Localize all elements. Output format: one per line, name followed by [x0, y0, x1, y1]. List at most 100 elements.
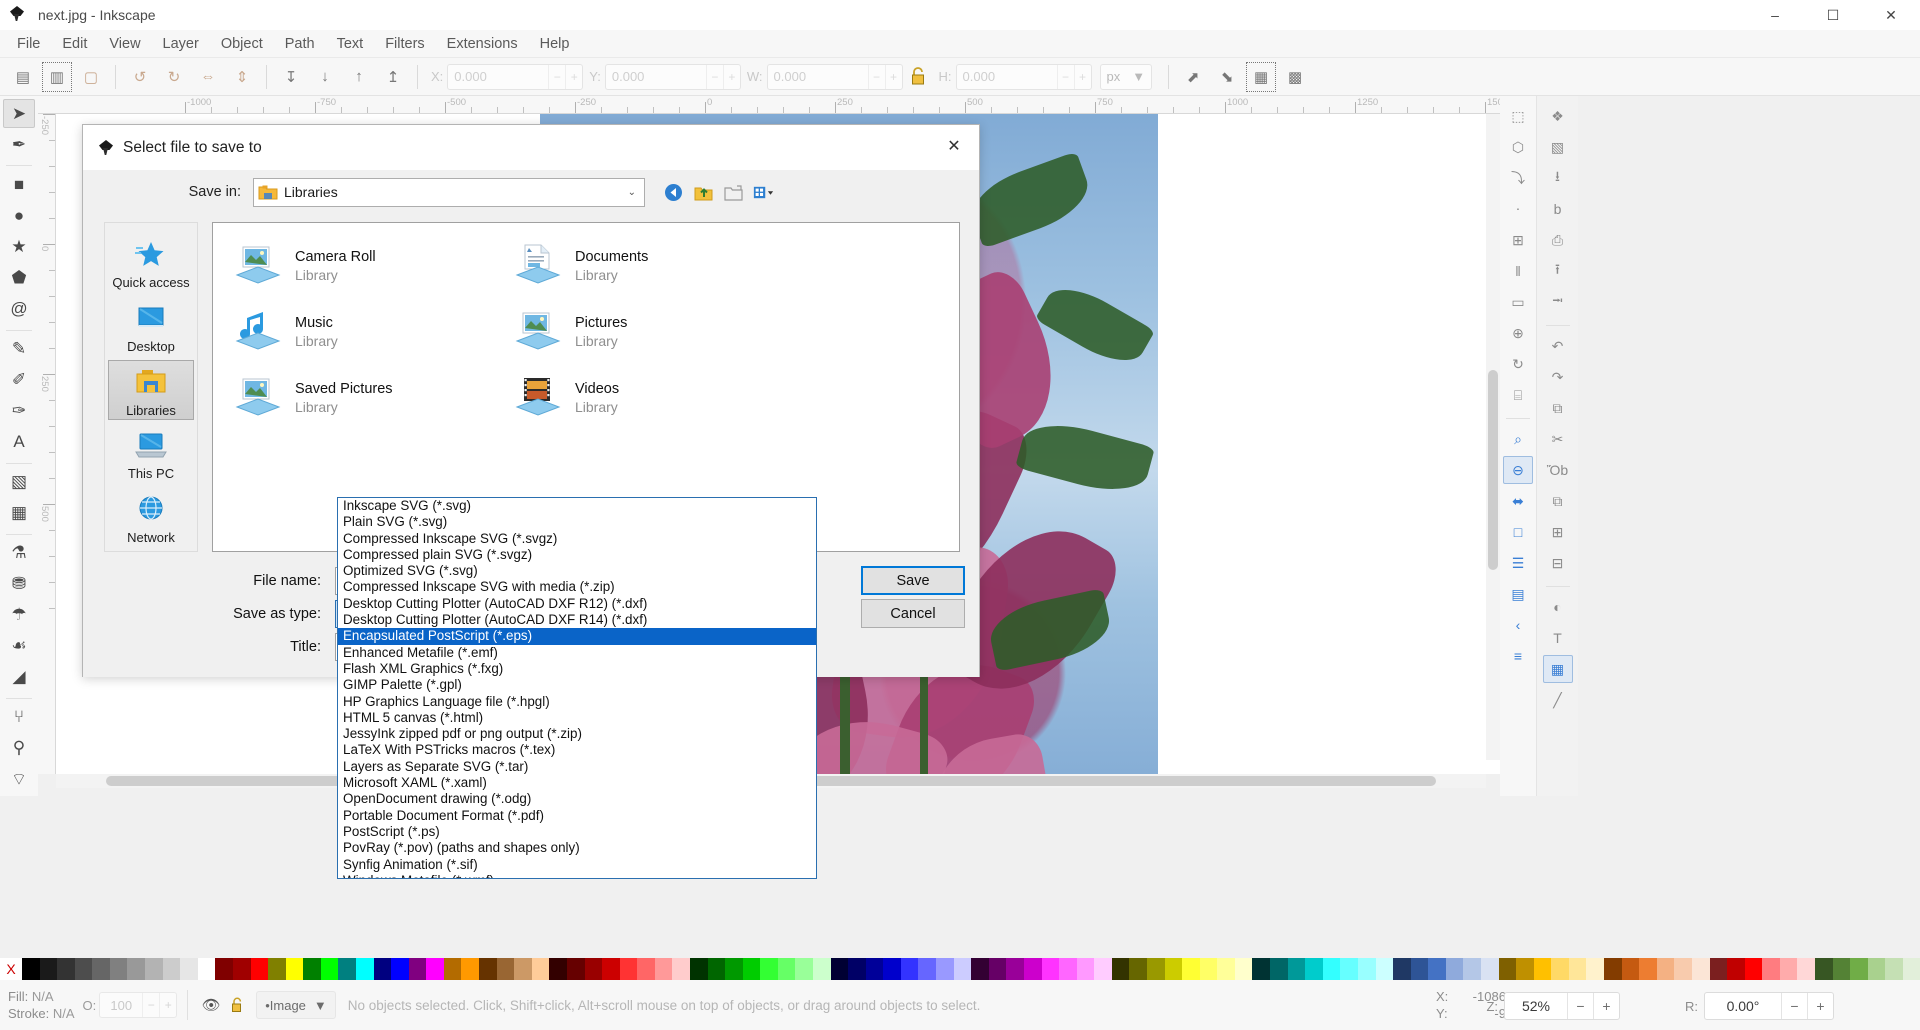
format-option[interactable]: Compressed plain SVG (*.svgz) [338, 547, 816, 563]
place-item-libraries[interactable]: Libraries [108, 360, 194, 420]
palette-swatch[interactable] [1340, 958, 1358, 980]
snap-guides-icon[interactable]: ‖ [1503, 257, 1533, 285]
palette-swatch[interactable] [532, 958, 550, 980]
zoom-input[interactable] [1505, 993, 1567, 1019]
unit-select[interactable]: px ▼ [1100, 64, 1153, 90]
format-option[interactable]: HTML 5 canvas (*.html) [338, 710, 816, 726]
vertical-scroll-thumb[interactable] [1488, 370, 1498, 570]
palette-swatch[interactable] [40, 958, 58, 980]
format-option[interactable]: Compressed Inkscape SVG with media (*.zi… [338, 579, 816, 595]
bezier-pen-tool[interactable]: ✐ [3, 366, 35, 395]
gradient-tool[interactable]: ▧ [3, 468, 35, 497]
menu-edit[interactable]: Edit [51, 33, 98, 55]
format-option[interactable]: Portable Document Format (*.pdf) [338, 808, 816, 824]
mesh-gradient-tool[interactable]: ▦ [3, 499, 35, 528]
palette-swatch[interactable] [1446, 958, 1464, 980]
palette-swatch[interactable] [374, 958, 392, 980]
palette-swatch[interactable] [1762, 958, 1780, 980]
palette-swatch[interactable] [655, 958, 673, 980]
redo-icon[interactable]: ↷ [1543, 363, 1573, 391]
palette-swatch[interactable] [549, 958, 567, 980]
dialog-close-button[interactable]: ✕ [933, 129, 975, 163]
palette-swatch[interactable] [708, 958, 726, 980]
snap-bbox-icon[interactable]: ⬚ [1503, 102, 1533, 130]
dropper-tool[interactable]: ⚗ [3, 539, 35, 568]
affect-patterns-icon[interactable]: ▩ [1280, 62, 1310, 92]
flip-horizontal-icon[interactable]: ⇔ [193, 62, 223, 92]
palette-swatch[interactable] [268, 958, 286, 980]
snap-paths-icon[interactable]: ⤵ [1503, 164, 1533, 192]
zoom-in-icon[interactable]: ⌕ [1503, 425, 1533, 453]
fill-stroke-indicator[interactable]: Fill: N/A Stroke: N/A [8, 988, 74, 1022]
palette-swatch[interactable] [1833, 958, 1851, 980]
palette-swatch[interactable] [760, 958, 778, 980]
palette-swatch[interactable] [831, 958, 849, 980]
palette-swatch[interactable] [1217, 958, 1235, 980]
rectangle-tool[interactable]: ■ [3, 170, 35, 199]
minimize-button[interactable]: – [1746, 0, 1804, 30]
file-list-item[interactable]: DocumentsLibrary [511, 233, 791, 299]
palette-swatch[interactable] [57, 958, 75, 980]
deselect-icon[interactable]: ▢ [76, 62, 106, 92]
palette-swatch[interactable] [198, 958, 216, 980]
format-option[interactable]: Compressed Inkscape SVG (*.svgz) [338, 531, 816, 547]
menu-extensions[interactable]: Extensions [436, 33, 529, 55]
raise-to-top-icon[interactable]: ↥ [378, 62, 408, 92]
palette-swatch[interactable] [1657, 958, 1675, 980]
palette-swatch[interactable] [1235, 958, 1253, 980]
spiral-tool[interactable]: @ [3, 294, 35, 323]
zoom-fit-icon[interactable]: ⬌ [1503, 487, 1533, 515]
palette-swatch[interactable] [215, 958, 233, 980]
selector-tool[interactable]: ➤ [3, 99, 35, 128]
layers-panel-icon[interactable]: ☰ [1503, 549, 1533, 577]
ellipse-tool[interactable]: ● [3, 201, 35, 230]
snap-rotation-icon[interactable]: ↻ [1503, 350, 1533, 378]
h-input[interactable] [957, 65, 1057, 89]
up-folder-icon[interactable] [693, 182, 714, 203]
snap-text-icon[interactable]: ⌸ [1503, 381, 1533, 409]
palette-swatch[interactable] [1622, 958, 1640, 980]
text-tool[interactable]: A [3, 428, 35, 457]
lower-to-bottom-icon[interactable]: ↧ [276, 62, 306, 92]
eye-icon[interactable]: 👁 [198, 992, 224, 1018]
zoom-increment[interactable]: + [1593, 993, 1619, 1019]
format-option[interactable]: Desktop Cutting Plotter (AutoCAD DXF R14… [338, 612, 816, 628]
save-icon[interactable]: ὚b [1543, 195, 1573, 223]
canvas-vertical-scrollbar[interactable] [1486, 114, 1500, 760]
palette-swatch[interactable] [1569, 958, 1587, 980]
raise-icon[interactable]: ↑ [344, 62, 374, 92]
rotation-increment[interactable]: + [1807, 993, 1833, 1019]
format-option[interactable]: Layers as Separate SVG (*.tar) [338, 759, 816, 775]
format-option[interactable]: Windows Metafile (*.wmf) [338, 873, 816, 879]
paint-bucket-tool[interactable]: ⛃ [3, 570, 35, 599]
palette-swatch[interactable] [1358, 958, 1376, 980]
snap-page-icon[interactable]: ▭ [1503, 288, 1533, 316]
palette-swatch[interactable] [1903, 958, 1920, 980]
grid-toggle-icon[interactable]: ▦ [1543, 655, 1573, 683]
palette-swatch[interactable] [1252, 958, 1270, 980]
menu-file[interactable]: File [6, 33, 51, 55]
palette-swatch[interactable] [356, 958, 374, 980]
format-option[interactable]: PostScript (*.ps) [338, 824, 816, 840]
palette-swatch[interactable] [461, 958, 479, 980]
palette-swatch[interactable] [778, 958, 796, 980]
eraser-tool[interactable]: ◢ [3, 663, 35, 692]
palette-swatch[interactable] [92, 958, 110, 980]
menu-object[interactable]: Object [210, 33, 274, 55]
connector-tool[interactable]: ⑂ [3, 703, 35, 732]
save-as-type-dropdown-list[interactable]: Inkscape SVG (*.svg)Plain SVG (*.svg)Com… [337, 497, 817, 879]
file-list-item[interactable]: Camera RollLibrary [231, 233, 511, 299]
lower-icon[interactable]: ↓ [310, 62, 340, 92]
palette-swatch[interactable] [303, 958, 321, 980]
y-decrement[interactable]: − [706, 65, 723, 89]
ungroup-icon[interactable]: ⊟ [1543, 549, 1573, 577]
align-panel-icon[interactable]: ≡ [1503, 642, 1533, 670]
palette-swatch[interactable] [1710, 958, 1728, 980]
palette-swatch[interactable] [75, 958, 93, 980]
palette-swatch[interactable] [409, 958, 427, 980]
palette-swatch[interactable] [338, 958, 356, 980]
x-increment[interactable]: + [565, 65, 582, 89]
palette-swatch[interactable] [1288, 958, 1306, 980]
palette-swatch[interactable] [1481, 958, 1499, 980]
file-list-item[interactable]: MusicLibrary [231, 299, 511, 365]
